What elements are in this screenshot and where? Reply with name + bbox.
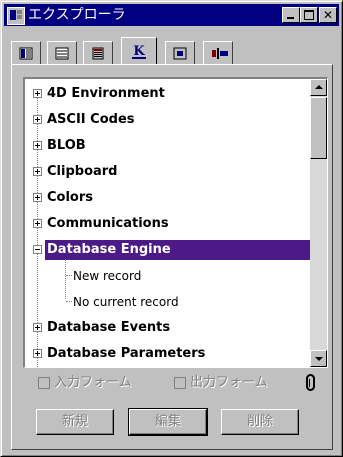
tab-tables[interactable] [11,41,41,64]
expand-icon[interactable] [33,167,42,176]
minimize-icon [287,17,294,19]
picture-icon [173,47,187,60]
input-form-label: 入力フォーム [54,375,132,390]
output-form-checkbox[interactable] [174,377,186,389]
tree-item-label: Communications [47,216,169,231]
tree-item-label: Clipboard [47,164,118,179]
maximize-button[interactable] [300,7,318,23]
expand-icon[interactable] [33,89,42,98]
explorer-window: エクスプローラ ✕ K 4D Environment ASCII Codes B… [0,0,343,457]
expand-icon[interactable] [33,219,42,228]
tab-methods[interactable] [83,41,113,64]
delete-button[interactable]: 削除 [221,409,299,435]
vertical-scrollbar[interactable] [310,79,327,367]
tree-item-label: Colors [47,190,94,205]
tree-child-item[interactable]: No current record [25,291,308,313]
scroll-thumb[interactable] [310,97,327,159]
tab-commands-label: K [133,44,145,59]
scroll-up-button[interactable] [310,79,327,96]
tab-pictures[interactable] [165,41,195,64]
command-tree[interactable]: 4D Environment ASCII Codes BLOB Clipboar… [23,77,328,368]
edit-button[interactable]: 編集 [128,408,208,436]
tree-item[interactable]: Colors [25,187,308,209]
output-form-label: 出力フォーム [190,375,268,390]
expand-icon[interactable] [33,193,42,202]
arrow-down-icon [315,357,323,361]
tree-connector [66,275,72,276]
expand-icon[interactable] [33,141,42,150]
expand-icon[interactable] [33,349,42,358]
tree-item-label: ASCII Codes [47,112,135,127]
tree-item[interactable]: Database Events [25,317,308,339]
expand-icon[interactable] [33,323,42,332]
window-title: エクスプローラ [28,7,126,23]
plugin-icon [212,48,228,59]
title-bar[interactable]: エクスプローラ ✕ [4,4,339,26]
tab-commands[interactable]: K [121,37,157,65]
app-icon[interactable] [7,7,25,25]
form-icon [55,47,69,60]
tree-connector [66,301,72,302]
tree-item[interactable]: 4D Environment [25,83,308,105]
method-icon [92,47,104,60]
input-form-checkbox[interactable] [38,377,50,389]
arrow-up-icon [315,85,323,89]
minimize-button[interactable] [282,7,300,23]
k-commands-icon: K [132,44,146,59]
tree-item-selected[interactable]: Database Engine [25,239,327,261]
close-icon: ✕ [322,8,334,22]
tree-item[interactable]: Database Parameters [25,343,308,365]
tree-item[interactable]: Communications [25,213,308,235]
form-options: 入力フォーム 出力フォーム [38,374,328,395]
paperclip-icon[interactable] [306,374,315,391]
tree-item-label: BLOB [47,138,86,153]
scroll-down-button[interactable] [310,350,327,367]
tree-child-item[interactable]: New record [25,265,308,287]
tab-subroutines[interactable] [203,41,233,64]
tab-bar: K [11,37,331,65]
tree-item-label: Database Engine [47,242,171,257]
maximize-icon [304,10,314,20]
close-button[interactable]: ✕ [319,7,337,23]
new-button[interactable]: 新規 [36,409,114,435]
table-icon [19,47,33,60]
tree-item[interactable]: Clipboard [25,161,308,183]
tree-item-label: Database Events [47,320,171,335]
expand-icon[interactable] [33,115,42,124]
tree-item-label: 4D Environment [47,86,165,101]
tree-item-label: Database Parameters [47,346,206,361]
tree-item-label: No current record [73,295,179,309]
collapse-icon[interactable] [33,245,42,254]
tree-item[interactable]: BLOB [25,135,308,157]
tree-item[interactable]: ASCII Codes [25,109,308,131]
tree-item-label: New record [73,269,142,283]
tab-forms[interactable] [47,41,77,64]
